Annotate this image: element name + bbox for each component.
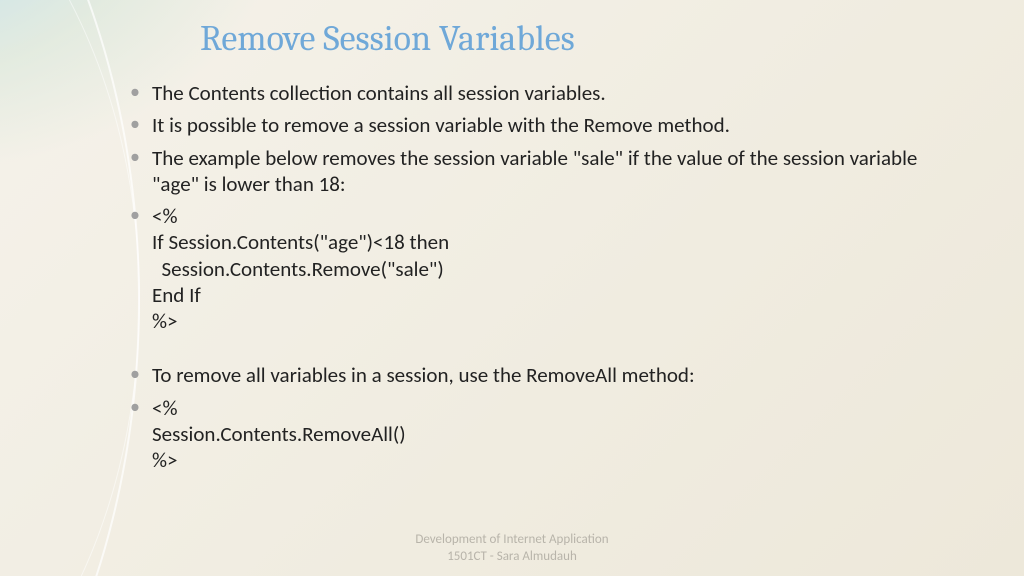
bullet-item: <% If Session.Contents("age")<18 then Se…	[130, 203, 964, 334]
slide: Remove Session Variables The Contents co…	[0, 0, 1024, 576]
slide-title: Remove Session Variables	[200, 18, 575, 59]
decorative-arc	[0, 0, 140, 576]
bullet-text: The Contents collection contains all ses…	[152, 80, 606, 106]
footer-line-2: 1501CT - Sara Almudauh	[0, 549, 1024, 566]
bullet-item: The example below removes the session va…	[130, 145, 964, 198]
code-block: <% Session.Contents.RemoveAll() %>	[152, 395, 406, 474]
bullet-item: The Contents collection contains all ses…	[130, 80, 964, 106]
slide-footer: Development of Internet Application 1501…	[0, 532, 1024, 566]
bullet-text: The example below removes the session va…	[152, 145, 917, 197]
slide-content: The Contents collection contains all ses…	[130, 80, 964, 479]
bullet-item: It is possible to remove a session varia…	[130, 112, 964, 138]
bullet-text: It is possible to remove a session varia…	[152, 112, 730, 138]
bullet-item: To remove all variables in a session, us…	[130, 362, 964, 388]
footer-line-1: Development of Internet Application	[0, 532, 1024, 549]
code-block: <% If Session.Contents("age")<18 then Se…	[152, 203, 449, 334]
bullet-item: <% Session.Contents.RemoveAll() %>	[130, 395, 964, 474]
decorative-arc	[0, 0, 140, 576]
bullet-text: To remove all variables in a session, us…	[152, 362, 695, 388]
